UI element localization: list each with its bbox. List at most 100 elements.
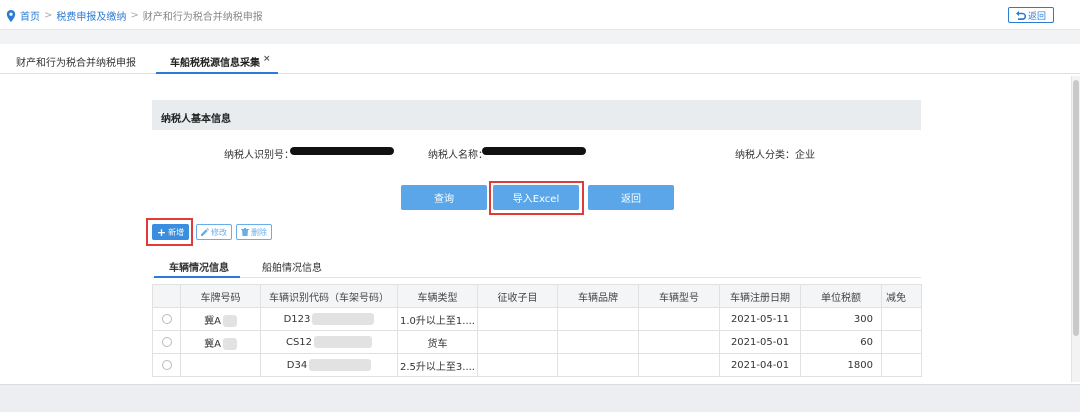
taxpayer-category: 纳税人分类：企业 <box>735 150 815 161</box>
table-header-row: 车牌号码 车辆识别代码（车架号码） 车辆类型 征收子目 车辆品牌 车辆型号 车辆… <box>152 284 922 308</box>
row-select-cell[interactable] <box>152 330 181 354</box>
plate-text: 冀A <box>204 315 221 327</box>
vin-text: D34 <box>286 360 308 371</box>
type-cell: 货车 <box>397 330 478 354</box>
row-select-cell[interactable] <box>152 353 181 377</box>
edit-label: 修改 <box>211 227 227 237</box>
top-back-label: 返回 <box>1027 11 1046 22</box>
brand-cell <box>557 330 639 354</box>
unit-tax-cell: 1800 <box>800 353 882 377</box>
vin-text: D123 <box>283 314 311 325</box>
footer-bar <box>0 384 1080 412</box>
column-header: 车辆品牌 <box>557 284 639 308</box>
table-row[interactable]: D34 2.5升以上至3.... 2021-04-01 1800 <box>152 353 922 377</box>
model-cell <box>638 353 720 377</box>
table-row[interactable]: 冀A D123 1.0升以上至1.... 2021-05-11 300 <box>152 307 922 331</box>
plate-cell: 冀A <box>180 307 261 331</box>
register-date-cell: 2021-04-01 <box>719 353 801 377</box>
highlight-box <box>489 181 584 215</box>
column-header: 单位税额 <box>800 284 882 308</box>
highlight-box <box>146 218 193 246</box>
breadcrumb-home[interactable]: 首页 <box>20 8 40 23</box>
tab-property-tax[interactable]: 财产和行为税合并纳税申报 <box>16 54 136 69</box>
column-header: 车辆类型 <box>397 284 478 308</box>
return-arrow-icon <box>1015 10 1026 20</box>
radio-button[interactable] <box>161 313 172 324</box>
unit-tax-cell: 300 <box>800 307 882 331</box>
blurred-text <box>222 314 237 327</box>
brand-cell <box>557 307 639 331</box>
vin-cell: D123 <box>260 307 398 331</box>
register-date-cell: 2021-05-11 <box>719 307 801 331</box>
scrollbar-thumb[interactable] <box>1073 80 1079 336</box>
delete-button[interactable]: 删除 <box>236 224 272 240</box>
taxpayer-id-label: 纳税人识别号： <box>224 150 294 161</box>
blurred-text <box>222 337 237 350</box>
radio-button[interactable] <box>161 359 172 370</box>
subtab-vehicle-info[interactable]: 车辆情况信息 <box>169 259 229 274</box>
column-header: 征收子目 <box>477 284 558 308</box>
model-cell <box>638 330 720 354</box>
taxpayer-name-redacted <box>482 147 586 155</box>
breadcrumb: 首页 > 税费申报及缴纳 > 财产和行为税合并纳税申报 <box>6 8 263 23</box>
page-tabs: 财产和行为税合并纳税申报 车船税税源信息采集 × <box>0 44 1080 74</box>
back-button[interactable]: 返回 <box>588 185 674 210</box>
pencil-icon <box>201 228 209 236</box>
close-icon[interactable]: × <box>263 54 271 64</box>
column-header: 车辆注册日期 <box>719 284 801 308</box>
model-cell <box>638 307 720 331</box>
blurred-text <box>309 359 372 371</box>
radio-button[interactable] <box>161 336 172 347</box>
reduction-cell <box>881 353 922 377</box>
levy-item-cell <box>477 353 558 377</box>
breadcrumb-level1[interactable]: 税费申报及缴纳 <box>56 8 126 23</box>
tab-strip-gap <box>0 30 1080 44</box>
tab-label: 车船税税源信息采集 <box>170 58 260 69</box>
edit-button[interactable]: 修改 <box>196 224 232 240</box>
plate-cell <box>180 353 261 377</box>
breadcrumb-separator: > <box>130 10 139 21</box>
column-header: 车辆型号 <box>638 284 720 308</box>
section-header: 纳税人基本信息 <box>152 100 921 130</box>
column-header: 车辆识别代码（车架号码） <box>260 284 398 308</box>
trash-icon <box>241 228 249 236</box>
plate-text: 冀A <box>204 338 221 350</box>
vin-text: CS12 <box>285 337 313 348</box>
active-tab-indicator <box>156 72 278 74</box>
taxpayer-name-label: 纳税人名称： <box>428 150 488 161</box>
brand-cell <box>557 353 639 377</box>
section-title: 纳税人基本信息 <box>161 114 231 125</box>
subtabs: 车辆情况信息 船舶情况信息 <box>152 252 921 278</box>
top-bar: 首页 > 税费申报及缴纳 > 财产和行为税合并纳税申报 返回 <box>0 0 1080 30</box>
location-pin-icon <box>6 9 16 22</box>
table-row[interactable]: 冀A CS12 货车 2021-05-01 60 <box>152 330 922 354</box>
reduction-cell <box>881 330 922 354</box>
active-subtab-indicator <box>154 276 240 278</box>
vin-cell: D34 <box>260 353 398 377</box>
plate-cell: 冀A <box>180 330 261 354</box>
blurred-text <box>314 336 373 348</box>
vehicle-table: 车牌号码 车辆识别代码（车架号码） 车辆类型 征收子目 车辆品牌 车辆型号 车辆… <box>152 284 922 377</box>
register-date-cell: 2021-05-01 <box>719 330 801 354</box>
taxpayer-id-redacted <box>290 147 394 155</box>
column-header: 车牌号码 <box>180 284 261 308</box>
column-header: 减免 <box>881 284 922 308</box>
blurred-text <box>312 313 375 325</box>
unit-tax-cell: 60 <box>800 330 882 354</box>
vertical-scrollbar[interactable] <box>1071 76 1080 382</box>
tab-vehicle-tax-source[interactable]: 车船税税源信息采集 × <box>170 54 271 69</box>
levy-item-cell <box>477 307 558 331</box>
column-header <box>152 284 181 308</box>
row-select-cell[interactable] <box>152 307 181 331</box>
type-cell: 2.5升以上至3.... <box>397 353 478 377</box>
subtab-vessel-info[interactable]: 船舶情况信息 <box>262 259 322 274</box>
breadcrumb-separator: > <box>44 10 53 21</box>
reduction-cell <box>881 307 922 331</box>
tab-label: 财产和行为税合并纳税申报 <box>16 58 136 69</box>
breadcrumb-current: 财产和行为税合并纳税申报 <box>142 12 263 23</box>
levy-item-cell <box>477 330 558 354</box>
vin-cell: CS12 <box>260 330 398 354</box>
query-button[interactable]: 查询 <box>401 185 487 210</box>
type-cell: 1.0升以上至1.... <box>397 307 478 331</box>
top-back-button[interactable]: 返回 <box>1008 7 1054 23</box>
